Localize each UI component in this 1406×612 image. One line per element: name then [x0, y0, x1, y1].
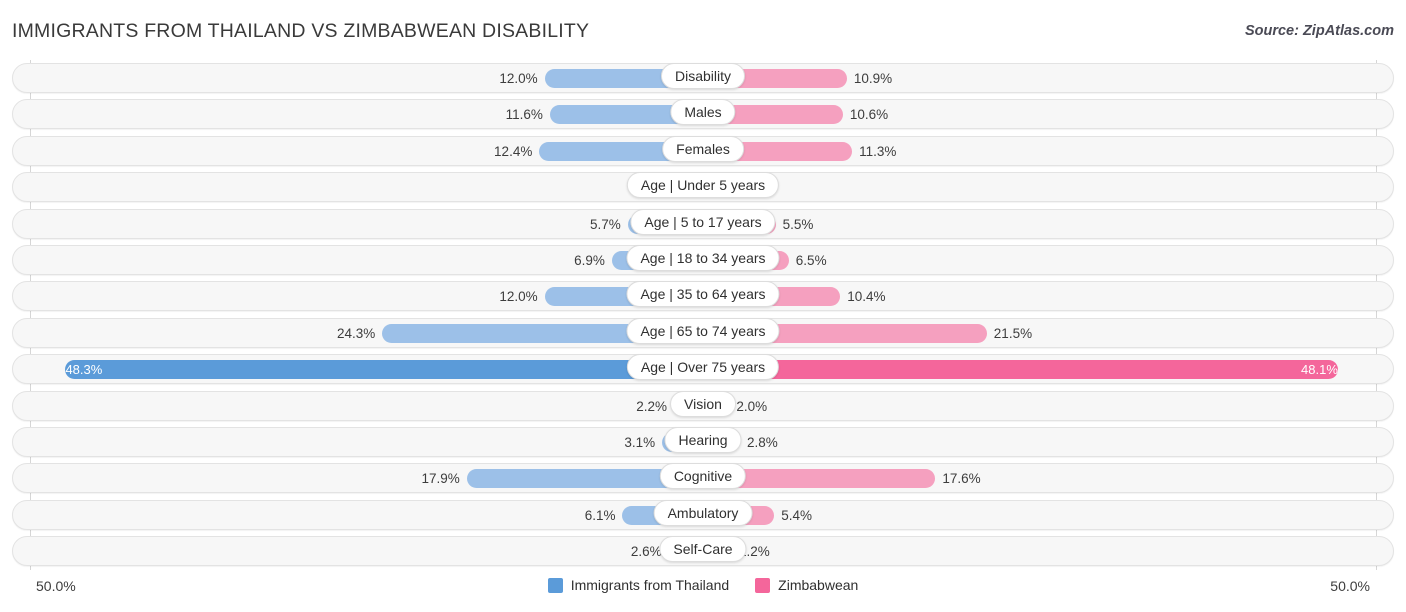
bar-row: 2.2% 2.0% Vision	[0, 388, 1406, 424]
bar-row-label: Cognitive	[659, 463, 747, 490]
bar-value-right: 5.5%	[782, 216, 814, 232]
bar-row: 6.9% 6.5% Age | 18 to 34 years	[0, 242, 1406, 278]
bar-row-label: Age | 5 to 17 years	[630, 208, 776, 235]
bar-value-right: 2.8%	[746, 434, 778, 450]
bar-value-left: 6.1%	[584, 507, 616, 523]
bar-value-left: 3.1%	[624, 434, 656, 450]
bar-row-label: Females	[662, 135, 744, 162]
legend-item-label: Immigrants from Thailand	[570, 577, 730, 593]
bar-value-left: 12.0%	[499, 71, 538, 86]
bar-row: 12.0% 10.4% Age | 35 to 64 years	[0, 278, 1406, 314]
legend-swatch-icon	[547, 577, 563, 593]
chart-legend: Immigrants from Thailand Zimbabwean	[0, 577, 1406, 593]
bar-value-right: 21.5%	[993, 325, 1033, 341]
bar-row: 24.3% 21.5% Age | 65 to 74 years	[0, 315, 1406, 351]
bar-row: 5.7% 5.5% Age | 5 to 17 years	[0, 206, 1406, 242]
bar-rows: 12.0% 10.9% Disability 11.6% 10.6% Males 12.4%…	[0, 60, 1406, 569]
bar-row-label: Vision	[670, 390, 736, 417]
bar-row: 6.1% 5.4% Ambulatory	[0, 497, 1406, 533]
source-attribution: Source: ZipAtlas.com	[1244, 23, 1394, 39]
bar-row: 12.4% 11.3% Females	[0, 133, 1406, 169]
bar-value-left: 48.3%	[65, 362, 103, 378]
bar-row: 3.1% 2.8% Hearing	[0, 424, 1406, 460]
legend-item-label: Zimbabwean	[778, 577, 859, 593]
bar-value-left: 5.7%	[589, 216, 621, 232]
bar-left	[65, 360, 703, 380]
bar-row: 17.9% 17.6% Cognitive	[0, 460, 1406, 496]
bar-row: 1.2%1.2%Age | Under 5 years	[0, 169, 1406, 205]
bar-value-right: 6.5%	[795, 252, 827, 268]
bar-row-label: Age | 35 to 64 years	[626, 281, 780, 308]
bar-value-left: 24.3%	[336, 325, 376, 341]
chart-plot-area: 12.0% 10.9% Disability 11.6% 10.6% Males 12.4%…	[0, 60, 1406, 570]
bar-right	[703, 360, 1338, 380]
page-title: IMMIGRANTS FROM THAILAND VS ZIMBABWEAN D…	[12, 20, 590, 42]
legend-item[interactable]: Immigrants from Thailand	[547, 577, 730, 593]
bar-row-label: Males	[670, 99, 736, 126]
bar-value-right: 11.3%	[859, 143, 897, 159]
bar-row-label: Age | 18 to 34 years	[626, 244, 780, 271]
bar-row-label: Ambulatory	[653, 499, 753, 526]
legend-swatch-icon	[755, 577, 771, 593]
bar-row-label: Self-Care	[659, 536, 747, 563]
bar-value-left: 17.9%	[421, 471, 460, 487]
bar-row-label: Age | Over 75 years	[626, 354, 780, 381]
legend-item[interactable]: Zimbabwean	[755, 577, 858, 593]
bar-value-left: 12.0%	[499, 289, 538, 305]
bar-row-label: Age | 65 to 74 years	[626, 317, 780, 344]
bar-value-right: 10.9%	[853, 71, 893, 86]
bar-value-left: 6.9%	[574, 252, 605, 268]
bar-value-left: 2.2%	[636, 398, 667, 414]
bar-row: 48.3% 48.1% Age | Over 75 years	[0, 351, 1406, 387]
bar-row-label: Age | Under 5 years	[626, 172, 780, 199]
bar-value-right: 2.0%	[736, 398, 768, 414]
bar-row-label: Disability	[660, 63, 746, 89]
bar-value-left: 2.6%	[630, 544, 662, 560]
bar-value-left: 11.6%	[505, 107, 543, 123]
bar-row-label: Hearing	[664, 426, 742, 453]
bar-value-right: 48.1%	[1301, 362, 1338, 378]
chart-footer: 50.0% 50.0% Immigrants from Thailand Zimb…	[0, 572, 1406, 612]
bar-value-right: 10.6%	[849, 107, 889, 123]
bar-value-right: 5.4%	[781, 507, 813, 523]
bar-row: 2.6% 2.2% Self-Care	[0, 533, 1406, 569]
bar-value-right: 17.6%	[942, 471, 981, 487]
bar-value-right: 10.4%	[847, 289, 886, 305]
chart-page: IMMIGRANTS FROM THAILAND VS ZIMBABWEAN D…	[0, 0, 1406, 612]
bar-row: 12.0% 10.9% Disability	[0, 60, 1406, 96]
bar-row: 11.6% 10.6% Males	[0, 96, 1406, 132]
chart-header: IMMIGRANTS FROM THAILAND VS ZIMBABWEAN D…	[0, 0, 1406, 58]
bar-value-left: 12.4%	[494, 143, 533, 159]
